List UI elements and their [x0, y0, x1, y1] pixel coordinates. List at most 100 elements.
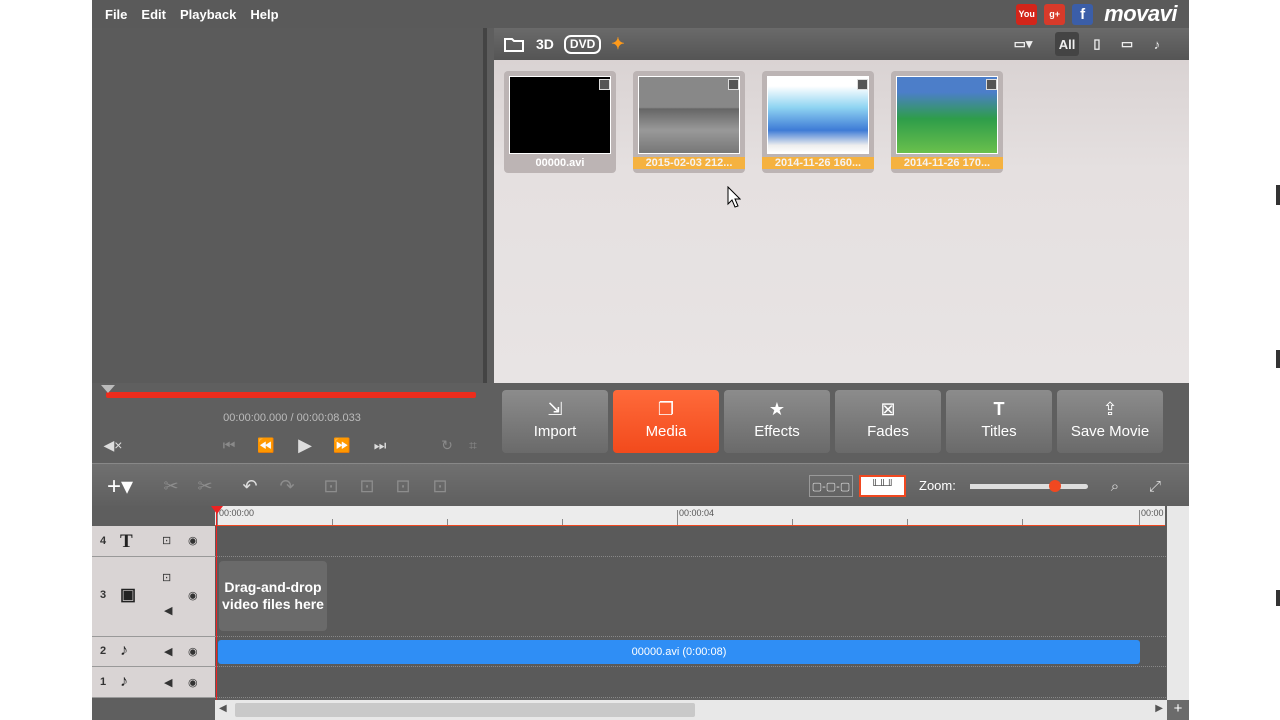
speaker-icon[interactable]: ◀: [164, 604, 172, 617]
timecode: 00:00:00.000 / 00:00:08.033: [92, 412, 492, 424]
film-badge-icon: [986, 79, 997, 90]
margin-mark: [1276, 590, 1280, 606]
timecode-separator: /: [287, 412, 297, 424]
menu-help[interactable]: Help: [250, 7, 278, 22]
tab-label: Fades: [867, 423, 909, 440]
film-strip-icon: ▣: [120, 585, 137, 604]
zoom-slider[interactable]: [970, 480, 1088, 492]
playback-progress[interactable]: [106, 392, 476, 398]
track-number: 2: [100, 645, 107, 657]
media-thumb[interactable]: 2014-11-26 160...: [762, 71, 874, 173]
track-number: 1: [100, 676, 107, 688]
scroll-thumb[interactable]: [235, 703, 695, 717]
eye-icon[interactable]: ◉: [188, 676, 198, 689]
tab-media[interactable]: ❐ Media: [613, 390, 719, 453]
ruler-tick: [562, 519, 563, 525]
music-note-icon: ♪: [120, 673, 128, 690]
filter-image-icon[interactable]: ▭: [1115, 32, 1139, 56]
eye-icon[interactable]: ◉: [188, 589, 198, 602]
skip-end-icon[interactable]: ⏭: [369, 435, 391, 455]
ruler-tick: [1139, 510, 1140, 525]
expand-icon[interactable]: +: [1167, 700, 1189, 720]
tab-titles[interactable]: T Titles: [946, 390, 1052, 453]
timeline-view-icon[interactable]: ╙╨╜: [859, 475, 906, 497]
play-icon[interactable]: ▶: [294, 435, 316, 455]
ruler-tick: [907, 519, 908, 525]
video-preview: [92, 28, 487, 383]
scroll-left-icon[interactable]: ◀: [219, 703, 227, 714]
split-icon[interactable]: ✂: [156, 474, 186, 498]
media-caption: 2014-11-26 160...: [762, 157, 874, 169]
track-number: 3: [100, 589, 107, 601]
tab-save-movie[interactable]: ⇪ Save Movie: [1057, 390, 1163, 453]
filter-all-button[interactable]: All: [1055, 32, 1079, 56]
media-icon: ❐: [657, 399, 675, 419]
track-header-1: 1 ♪ ◀ ◉: [92, 667, 215, 698]
facebook-icon[interactable]: f: [1072, 3, 1094, 25]
menu-playback[interactable]: Playback: [180, 7, 236, 22]
zoom-handle[interactable]: [1049, 480, 1061, 492]
track-lock-icon[interactable]: ⊡: [162, 534, 171, 547]
fast-forward-icon[interactable]: ⏩: [331, 435, 353, 455]
audio-clip[interactable]: 00000.avi (0:00:08): [218, 640, 1140, 664]
undo-icon[interactable]: ↶: [235, 474, 265, 498]
media-thumb[interactable]: 00000.avi: [504, 71, 616, 173]
burn-icon[interactable]: ✦: [611, 34, 624, 54]
rotate-icon[interactable]: ↻: [436, 435, 458, 455]
track-lock-icon[interactable]: ⊡: [162, 571, 171, 584]
record-voice-icon[interactable]: ⊡: [425, 474, 455, 498]
dvd-button[interactable]: DVD: [563, 34, 602, 54]
menu-edit[interactable]: Edit: [141, 7, 166, 22]
tab-effects[interactable]: ★ Effects: [724, 390, 830, 453]
scroll-right-icon[interactable]: ▶: [1155, 703, 1163, 714]
youtube-icon[interactable]: You: [1016, 3, 1038, 25]
playhead[interactable]: [216, 506, 217, 700]
menu-file[interactable]: File: [105, 7, 127, 22]
google-plus-icon[interactable]: g+: [1044, 3, 1066, 25]
fullscreen-icon[interactable]: ⤢: [1140, 474, 1170, 498]
media-thumb[interactable]: 2014-11-26 170...: [891, 71, 1003, 173]
track-number: 4: [100, 535, 107, 547]
media-thumb[interactable]: 2015-02-03 212...: [633, 71, 745, 173]
track-header-2: 2 ♪ ◀ ◉: [92, 637, 215, 667]
track-body-4[interactable]: [215, 526, 1166, 557]
3d-button[interactable]: 3D: [536, 36, 554, 52]
drag-drop-hint: Drag-and-drop video files here: [219, 561, 327, 631]
track-body-1[interactable]: [215, 667, 1166, 698]
timeline-horizontal-scrollbar[interactable]: ◀ ▶: [215, 700, 1167, 720]
rotate-clip-icon[interactable]: ⊡: [352, 474, 382, 498]
folder-open-icon[interactable]: [504, 36, 526, 52]
timeline-ruler[interactable]: 00:00:00 00:00:04 00:00: [215, 506, 1165, 526]
eye-icon[interactable]: ◉: [188, 645, 198, 658]
rewind-icon[interactable]: ⏪: [255, 435, 277, 455]
playhead-handle[interactable]: [211, 506, 223, 514]
movavi-logo: movavi: [1104, 1, 1177, 26]
redo-icon[interactable]: ↷: [272, 474, 302, 498]
page-margin: [1189, 0, 1280, 720]
cut-icon[interactable]: ✂: [190, 474, 220, 498]
add-track-icon[interactable]: +▾: [100, 473, 140, 500]
tab-import[interactable]: ⇲ Import: [502, 390, 608, 453]
track-body-3[interactable]: [215, 557, 1166, 637]
library-toolbar: 3D DVD ✦ ▭▾ All ▯ ▭ ♪: [494, 28, 1189, 60]
filter-audio-icon[interactable]: ♪: [1145, 32, 1169, 56]
filter-video-icon[interactable]: ▯: [1085, 32, 1109, 56]
skip-start-icon[interactable]: ⏮: [218, 435, 240, 455]
timecode-current: 00:00:00.000: [223, 412, 288, 424]
eye-icon[interactable]: ◉: [188, 534, 198, 547]
video-settings-icon[interactable]: ⊡: [388, 474, 418, 498]
progress-handle[interactable]: [101, 385, 115, 393]
zoom-fit-icon[interactable]: ⌕: [1100, 474, 1130, 498]
crop-icon[interactable]: ⌗: [462, 435, 484, 455]
speaker-icon[interactable]: ◀: [164, 645, 172, 658]
mute-icon[interactable]: ◀×: [102, 435, 124, 455]
import-icon: ⇲: [547, 399, 563, 419]
tab-fades[interactable]: ⊠ Fades: [835, 390, 941, 453]
timeline-vertical-scrollbar[interactable]: [1167, 506, 1189, 700]
ruler-tick: [792, 519, 793, 525]
clip-properties-icon[interactable]: ⊡: [316, 474, 346, 498]
fades-icon: ⊠: [880, 399, 896, 419]
speaker-icon[interactable]: ◀: [164, 676, 172, 689]
view-mode-icon[interactable]: ▭▾: [1011, 32, 1035, 56]
storyboard-view-icon[interactable]: ▢-▢-▢: [809, 475, 853, 497]
